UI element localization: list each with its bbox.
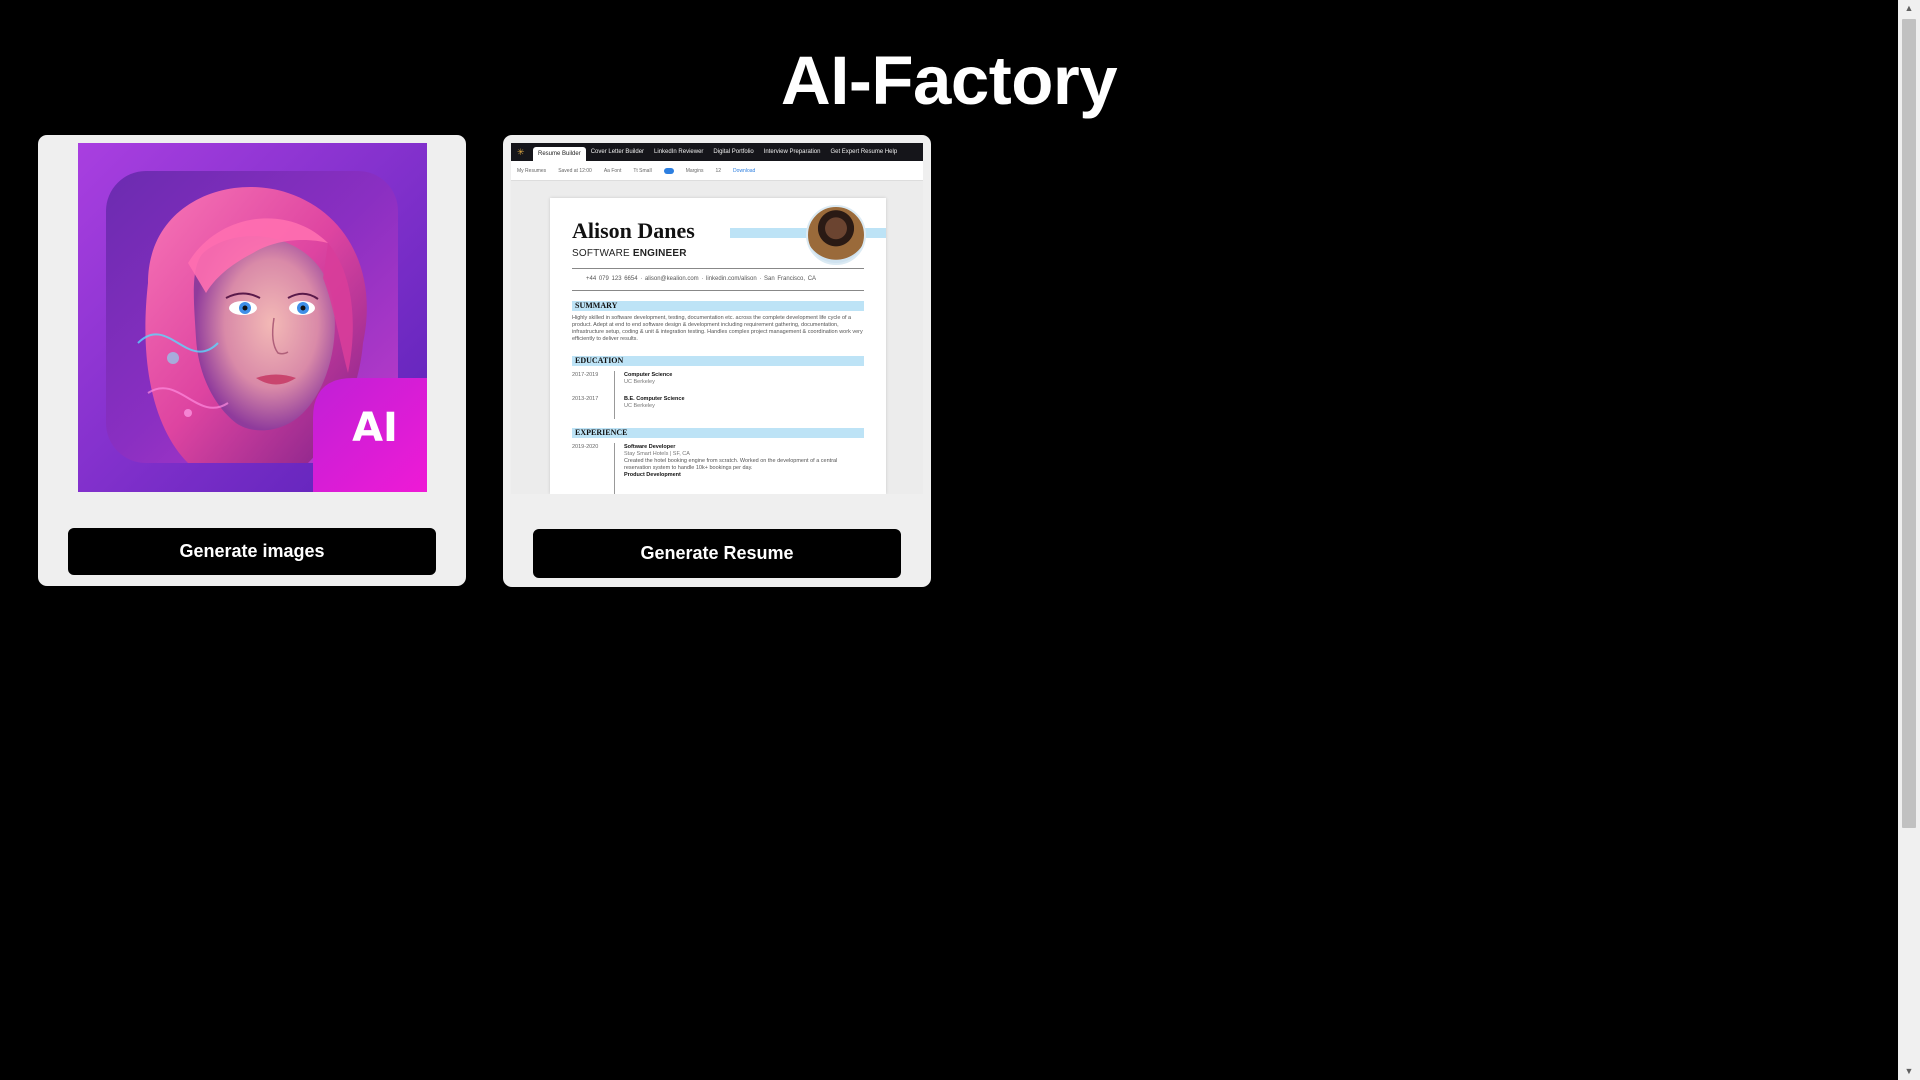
resume-paper: Alison Danes SOFTWARE ENGINEER +44 079 1…: [550, 198, 886, 494]
resume-toolbar-item: Aa Font: [603, 167, 622, 174]
ai-portrait-image: AI: [78, 143, 427, 492]
section-education: EDUCATION: [572, 356, 864, 366]
resume-tab: Digital Portfolio: [713, 149, 754, 155]
experience-years: 2019-2020: [572, 444, 599, 450]
resume-tab: Cover Letter Builder: [590, 149, 645, 155]
resume-preview-image: ✳ Resume Builder Cover Letter Builder Li…: [511, 143, 923, 494]
education-years: 2013-2017: [572, 396, 599, 402]
resume-preview-toolbar: My Resumes Saved at 12:00 Aa Font Tt Sma…: [511, 161, 923, 181]
divider: [572, 268, 864, 269]
generate-images-button[interactable]: Generate images: [68, 528, 436, 575]
timeline-line: [614, 443, 615, 494]
resume-photo: [806, 205, 866, 265]
resume-tab: Resume Builder: [533, 147, 586, 161]
education-item: B.E. Computer Science UC Berkeley: [624, 396, 685, 410]
resume-role: SOFTWARE ENGINEER: [572, 248, 687, 259]
scrollbar-thumb[interactable]: [1902, 19, 1916, 828]
experience-next: Product Development: [624, 472, 681, 478]
education-school: UC Berkeley: [624, 379, 655, 385]
resume-toolbar-item: Download: [733, 167, 756, 174]
resume-toolbar-item: Saved at 12:00: [558, 167, 592, 174]
resume-preview-nav: ✳ Resume Builder Cover Letter Builder Li…: [511, 143, 923, 161]
ai-badge-label: AI: [352, 405, 398, 451]
education-years: 2017-2019: [572, 372, 599, 378]
resume-name: Alison Danes: [572, 218, 695, 243]
resume-toolbar-item: 12: [715, 167, 722, 174]
experience-desc: Created the hotel booking engine from sc…: [624, 458, 838, 471]
divider: [572, 290, 864, 291]
resume-tab: LinkedIn Reviewer: [654, 149, 704, 155]
resume-tab: Interview Preparation: [763, 149, 821, 155]
resume-logo-icon: ✳: [517, 147, 525, 157]
education-item: Computer Science UC Berkeley: [624, 372, 672, 386]
resume-toolbar-item: My Resumes: [517, 167, 547, 174]
resume-toolbar-item: Margins: [685, 167, 704, 174]
page-title: AI-Factory: [780, 42, 1118, 119]
resume-tab: Get Expert Resume Help: [830, 149, 898, 155]
generate-resume-button[interactable]: Generate Resume: [533, 529, 901, 578]
page: AI-Factory AI Generate images ✳ Resume B…: [0, 0, 1920, 1080]
scroll-up-arrow-icon[interactable]: ▲: [1898, 0, 1920, 17]
education-degree: B.E. Computer Science: [624, 396, 685, 402]
color-toggle-icon: [663, 167, 674, 174]
resume-toolbar-item: Tt Small: [633, 167, 652, 174]
resume-generator-card: ✳ Resume Builder Cover Letter Builder Li…: [503, 135, 931, 587]
scroll-down-arrow-icon[interactable]: ▼: [1898, 1063, 1920, 1080]
experience-title: Software Developer: [624, 444, 676, 450]
experience-company: Stay Smart Hotels | SF, CA: [624, 451, 690, 457]
education-degree: Computer Science: [624, 372, 673, 378]
summary-text: Highly skilled in software development, …: [572, 315, 863, 342]
vertical-scrollbar[interactable]: ▲ ▼: [1898, 0, 1920, 1080]
resume-contact: +44 079 123 6654 · alison@kealion.com · …: [586, 276, 817, 282]
image-generator-card: AI Generate images: [38, 135, 466, 586]
role-bold: ENGINEER: [632, 248, 687, 259]
section-experience: EXPERIENCE: [572, 428, 864, 438]
experience-item: Software Developer Stay Smart Hotels | S…: [624, 444, 864, 479]
timeline-line: [614, 371, 615, 419]
education-school: UC Berkeley: [624, 403, 655, 409]
role-light: SOFTWARE: [572, 248, 630, 259]
section-summary: SUMMARY: [572, 301, 864, 311]
